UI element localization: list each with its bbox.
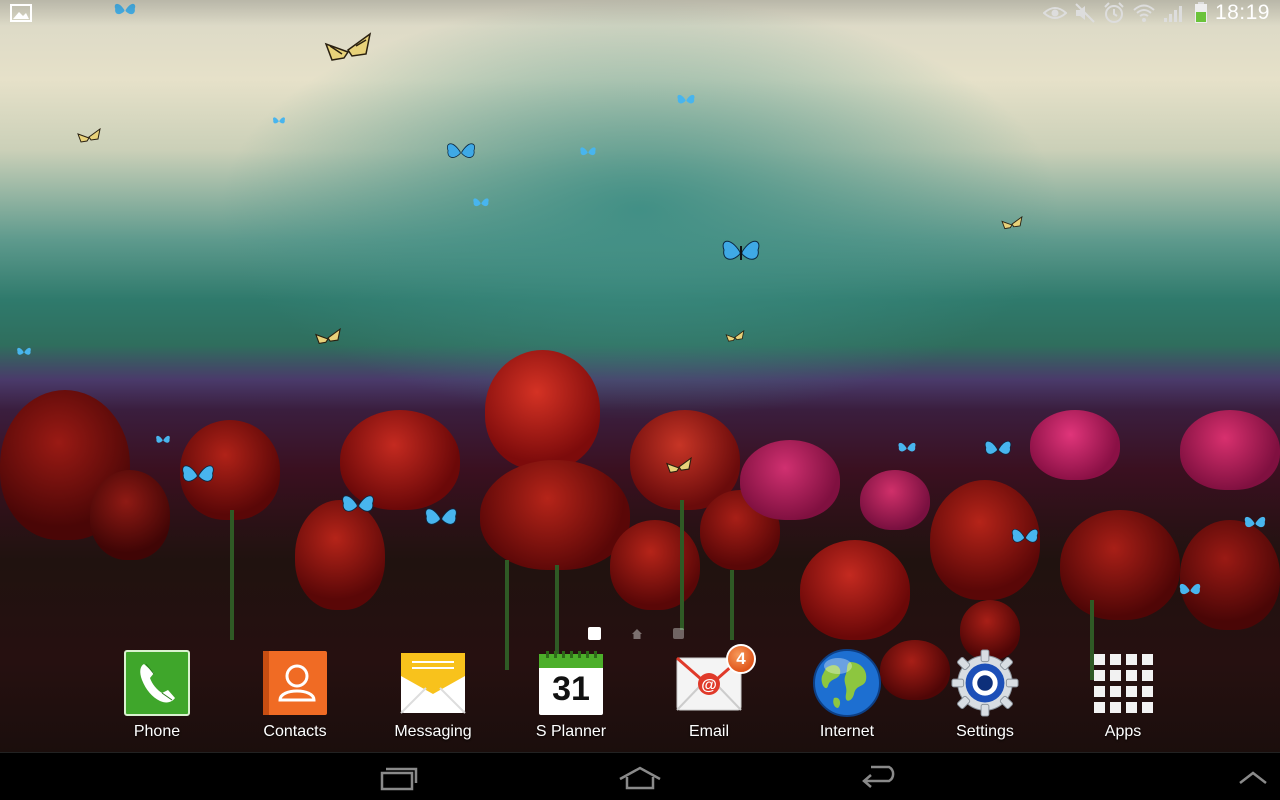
- dock-label: Internet: [819, 723, 875, 740]
- wifi-icon: [1133, 4, 1155, 22]
- tulip: [480, 460, 630, 570]
- tulip: [1180, 520, 1280, 630]
- dock-app-settings[interactable]: Settings: [920, 648, 1050, 741]
- butterfly-icon: [1011, 528, 1039, 543]
- tulip: [1030, 410, 1120, 480]
- page-dot-active[interactable]: [588, 627, 601, 640]
- dock-app-s-planner[interactable]: 31 S Planner: [506, 648, 636, 741]
- back-button[interactable]: [846, 761, 916, 795]
- page-dot[interactable]: [673, 628, 684, 639]
- dock-label: Contacts: [263, 723, 327, 740]
- dock-label: Email: [688, 723, 729, 740]
- navigation-bar: [0, 752, 1280, 800]
- dock-app-phone[interactable]: Phone: [92, 648, 222, 741]
- butterfly-icon: [580, 147, 596, 156]
- butterfly-icon: [1179, 583, 1201, 595]
- dock-app-apps[interactable]: Apps: [1058, 648, 1188, 741]
- swallowtail-butterfly-icon: [314, 328, 341, 345]
- status-bar[interactable]: 18:19: [0, 0, 1280, 26]
- apps-grid-icon: [1088, 648, 1158, 718]
- stem: [680, 500, 684, 630]
- status-clock: 18:19: [1214, 1, 1270, 24]
- signal-icon: [1163, 6, 1182, 22]
- butterfly-icon: [425, 508, 457, 525]
- tulip: [800, 540, 910, 640]
- expand-up-button[interactable]: [1218, 761, 1280, 795]
- tulip: [90, 470, 170, 560]
- swallowtail-butterfly-icon: [725, 330, 745, 342]
- dock-app-email[interactable]: @ 4 Email: [644, 644, 774, 741]
- swallowtail-butterfly-icon: [324, 32, 372, 61]
- expand-up-icon: [1239, 771, 1267, 784]
- tulip: [740, 440, 840, 520]
- svg-text:@: @: [701, 677, 717, 694]
- calendar-icon: 31: [536, 648, 606, 718]
- phone-icon: [122, 648, 192, 718]
- recent-apps-icon: [380, 767, 418, 791]
- tulip: [1180, 410, 1280, 490]
- gallery-notification-icon[interactable]: [10, 4, 32, 22]
- butterfly-icon: [273, 117, 285, 124]
- calendar-date: 31: [552, 670, 590, 708]
- messaging-icon: [398, 648, 468, 718]
- dock-label: S Planner: [535, 723, 607, 740]
- page-indicator: [588, 627, 684, 640]
- butterfly-icon: [473, 198, 489, 207]
- dock-label: Apps: [1104, 723, 1142, 740]
- alarm-icon: [1104, 2, 1124, 23]
- swallowtail-butterfly-icon: [1001, 216, 1023, 230]
- butterfly-icon: [447, 143, 475, 158]
- tulip: [485, 350, 600, 470]
- dock-app-internet[interactable]: Internet: [782, 648, 912, 741]
- eye-icon: [1042, 7, 1067, 19]
- tulip: [860, 470, 930, 530]
- stem: [230, 510, 234, 640]
- globe-icon: [812, 648, 882, 718]
- contacts-icon: [260, 648, 330, 718]
- butterfly-icon: [342, 495, 374, 512]
- butterfly-icon: [156, 435, 170, 443]
- swallowtail-butterfly-icon: [77, 128, 101, 143]
- butterfly-icon: [182, 465, 214, 482]
- dock-label: Messaging: [394, 723, 472, 740]
- settings-icon: [950, 648, 1020, 718]
- battery-icon: [1194, 2, 1207, 23]
- butterfly-icon: [984, 440, 1012, 455]
- email-icon: @ 4: [674, 644, 756, 718]
- butterfly-icon: [17, 347, 31, 355]
- mute-icon: [1075, 3, 1095, 23]
- dock-label: Settings: [956, 723, 1014, 740]
- app-dock: Phone Contacts Messaging 31 S Planner @ …: [0, 644, 1280, 752]
- home-icon: [619, 766, 661, 790]
- stem: [730, 570, 734, 640]
- swallowtail-butterfly-icon: [665, 457, 692, 474]
- home-page-icon[interactable]: [631, 628, 643, 640]
- unread-badge: 4: [726, 644, 756, 674]
- recent-apps-button[interactable]: [364, 761, 434, 795]
- butterfly-icon: [898, 442, 916, 452]
- home-button[interactable]: [605, 761, 675, 795]
- back-icon: [862, 765, 895, 788]
- tulip: [610, 520, 700, 610]
- dock-app-messaging[interactable]: Messaging: [368, 648, 498, 741]
- tulip: [1060, 510, 1180, 620]
- dock-label: Phone: [133, 723, 181, 740]
- dock-app-contacts[interactable]: Contacts: [230, 648, 360, 741]
- butterfly-icon: [677, 94, 695, 104]
- butterfly-icon: [722, 240, 760, 260]
- butterfly-icon: [1244, 516, 1266, 528]
